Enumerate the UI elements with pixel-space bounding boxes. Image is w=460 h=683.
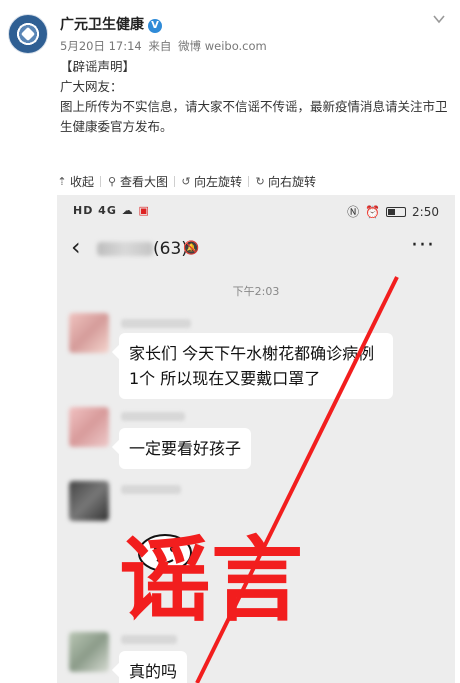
rotate-right-label: 向右旋转	[268, 174, 317, 189]
post-text: 【辟谣声明】 广大网友： 图上所传为不实信息，请大家不信谣不传谣，最新疫情消息请…	[60, 57, 452, 137]
post-body: 图上所传为不实信息，请大家不信谣不传谣，最新疫情消息请关注市卫生健康委官方发布。	[60, 99, 448, 134]
chevron-down-icon[interactable]	[432, 12, 446, 26]
collapse-icon: ⇡	[57, 174, 67, 188]
rotate-right-icon: ↻	[255, 174, 265, 188]
rotate-right-button[interactable]: ↻ 向右旋转	[249, 173, 322, 190]
post-meta: 5月20日 17:14 来自 微博 weibo.com	[60, 38, 270, 54]
post-image[interactable]: HD 4G ☁ ▣ Ⓝ ⏰ 2:50 ‹ (63) 🔕 ··· 下午2:03 家…	[57, 195, 455, 683]
post-tag: 【辟谣声明】	[60, 59, 136, 74]
post-greeting: 广大网友：	[60, 79, 123, 94]
image-toolbar: ⇡ 收起 ⚲ 查看大图 ↺ 向左旋转 ↻ 向右旋转	[57, 171, 322, 191]
post-source[interactable]: 微博 weibo.com	[178, 39, 267, 53]
collapse-button[interactable]: ⇡ 收起	[57, 173, 100, 190]
rumor-stamp-text: 谣言	[119, 527, 304, 634]
source-prefix: 来自	[148, 39, 172, 53]
rumor-stamp: 谣言	[119, 535, 303, 627]
post-header: 广元卫生健康 V 5月20日 17:14 来自 微博 weibo.com	[0, 0, 460, 62]
collapse-label: 收起	[70, 174, 95, 189]
author-name-text[interactable]: 广元卫生健康	[60, 17, 144, 33]
author-avatar[interactable]	[8, 14, 48, 54]
search-icon: ⚲	[107, 174, 117, 188]
rotate-left-icon: ↺	[181, 174, 191, 188]
verified-badge-icon: V	[148, 19, 162, 33]
rotate-left-label: 向左旋转	[194, 174, 243, 189]
rotate-left-button[interactable]: ↺ 向左旋转	[175, 173, 248, 190]
view-large-label: 查看大图	[120, 174, 169, 189]
post-date[interactable]: 5月20日 17:14	[60, 39, 142, 53]
author-name[interactable]: 广元卫生健康 V	[60, 14, 162, 34]
view-large-button[interactable]: ⚲ 查看大图	[101, 173, 174, 190]
